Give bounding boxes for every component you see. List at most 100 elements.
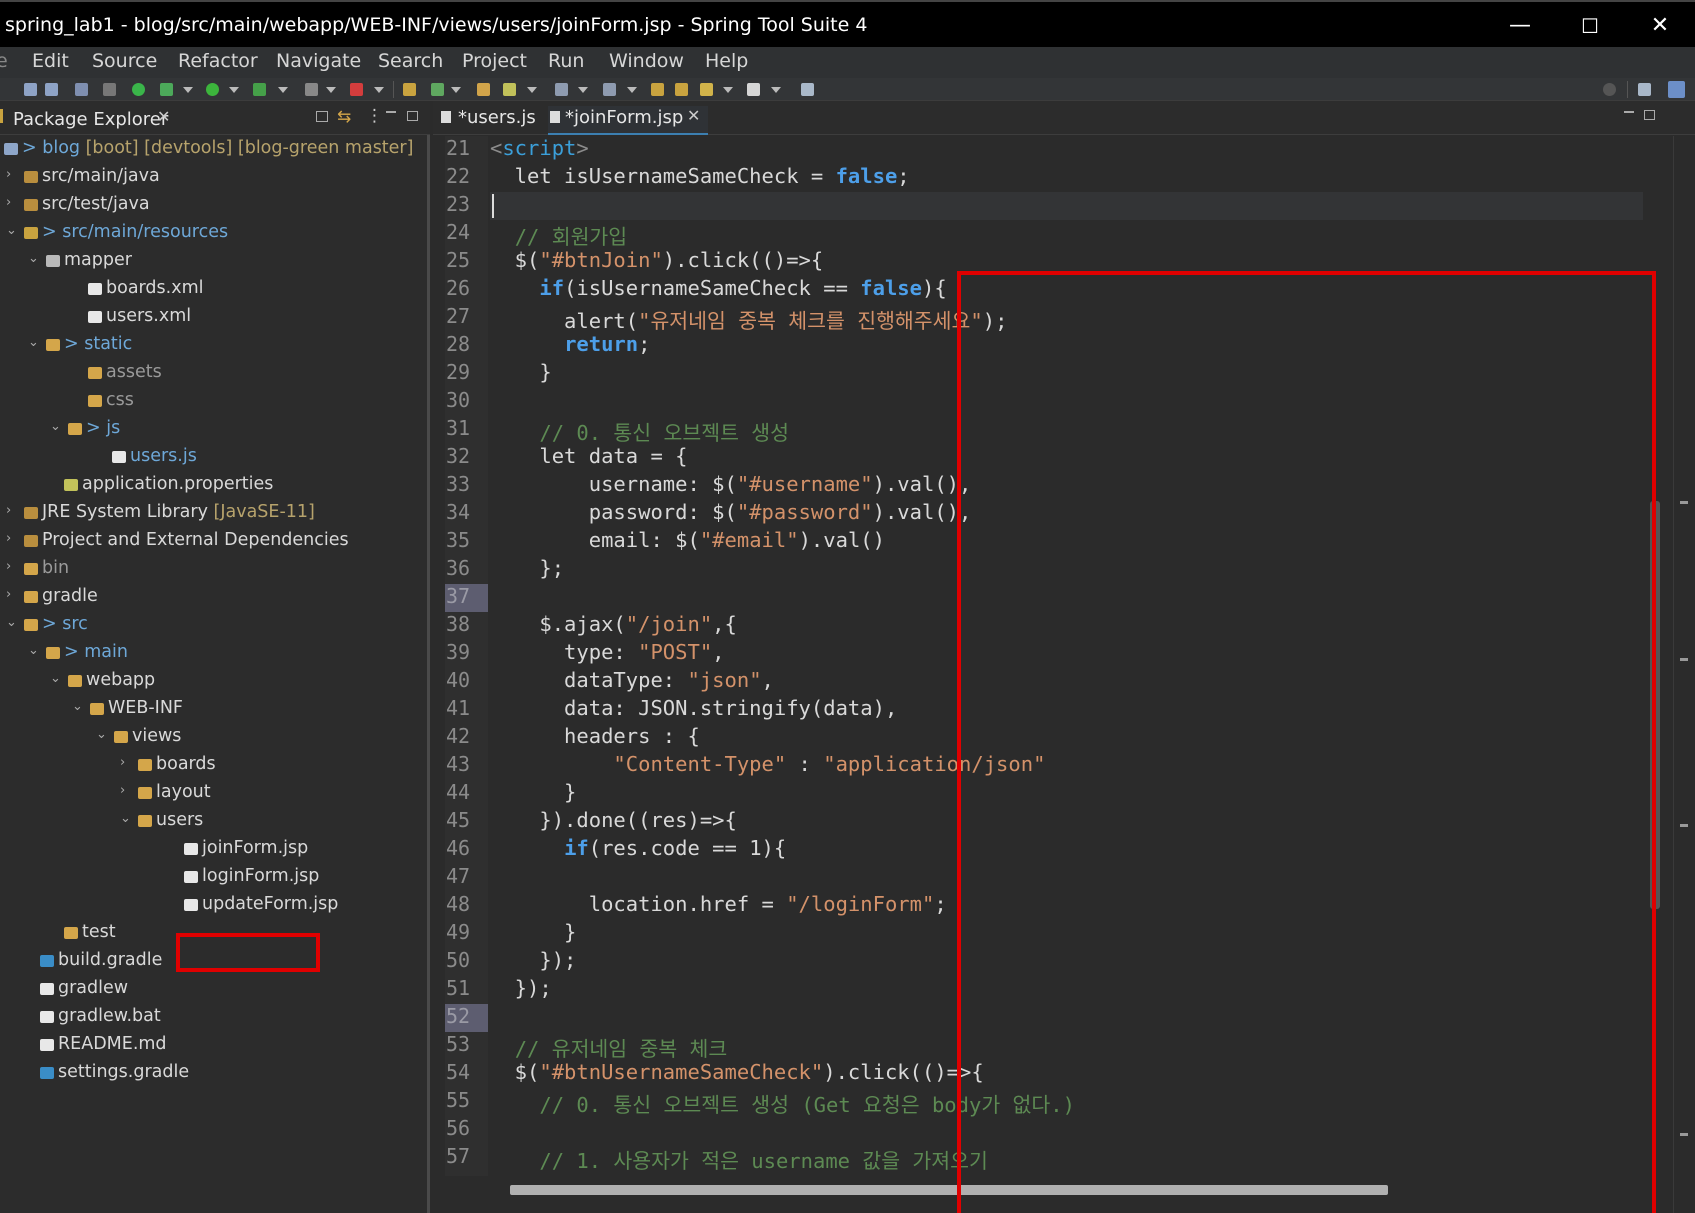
chevron-down-icon[interactable]: ⌄	[50, 671, 61, 686]
chevron-right-icon[interactable]: ›	[6, 587, 11, 602]
open-type-icon[interactable]	[477, 83, 490, 96]
chevron-down-icon[interactable]	[578, 87, 588, 93]
menu-overflow[interactable]: e	[0, 50, 8, 72]
tree-item[interactable]: README.md	[0, 1031, 427, 1059]
link-with-editor-icon[interactable]: ⇆	[337, 107, 351, 127]
boot-dashboard-icon[interactable]	[132, 83, 145, 96]
chevron-down-icon[interactable]: ⌄	[6, 223, 17, 238]
debug-icon[interactable]	[160, 83, 173, 96]
terminal-icon[interactable]	[75, 83, 88, 96]
save-icon[interactable]	[24, 83, 37, 96]
chevron-down-icon[interactable]	[229, 87, 239, 93]
tree-item[interactable]: › JRE System Library [JavaSE-11]	[0, 499, 427, 527]
next-annotation-icon[interactable]	[603, 83, 616, 96]
chevron-down-icon[interactable]	[183, 87, 193, 93]
tree-item[interactable]: › boards	[0, 751, 427, 779]
chevron-down-icon[interactable]: ⌄	[120, 811, 131, 826]
code-line[interactable]: let isUsernameSameCheck = false;	[490, 164, 1660, 192]
chevron-right-icon[interactable]: ›	[6, 167, 11, 182]
annotation-icon[interactable]	[555, 83, 568, 96]
close-icon[interactable]: ✕	[687, 106, 700, 125]
chevron-right-icon[interactable]: ›	[6, 503, 11, 518]
menu-refactor[interactable]: Refactor	[178, 50, 258, 72]
chevron-right-icon[interactable]: ›	[120, 755, 125, 770]
maximize-editor-icon[interactable]	[1644, 110, 1655, 120]
menu-run[interactable]: Run	[548, 50, 584, 72]
tree-item[interactable]: application.properties	[0, 471, 427, 499]
tree-item[interactable]: gradlew	[0, 975, 427, 1003]
skip-breakpoints-icon[interactable]	[103, 83, 116, 96]
tree-item[interactable]: ⌄> blog [boot] [devtools] [blog-green ma…	[0, 135, 427, 163]
chevron-right-icon[interactable]: ›	[6, 559, 11, 574]
tree-item[interactable]: users.xml	[0, 303, 427, 331]
menu-edit[interactable]: Edit	[32, 50, 69, 72]
code-line[interactable]	[490, 192, 1660, 220]
tree-item[interactable]: › src/main/java	[0, 163, 427, 191]
chevron-down-icon[interactable]: ⌄	[28, 251, 39, 266]
search-icon[interactable]	[1603, 83, 1616, 96]
tree-item[interactable]: gradlew.bat	[0, 1003, 427, 1031]
tree-item[interactable]: ⌄ views	[0, 723, 427, 751]
chevron-right-icon[interactable]: ›	[120, 783, 125, 798]
new-class-icon[interactable]	[431, 83, 444, 96]
forward-edit-icon[interactable]	[675, 83, 688, 96]
chevron-down-icon[interactable]	[723, 87, 733, 93]
chevron-right-icon[interactable]: ›	[6, 531, 11, 546]
tree-item[interactable]: assets	[0, 359, 427, 387]
collapse-all-icon[interactable]	[316, 111, 328, 122]
maximize-view-icon[interactable]	[407, 111, 418, 121]
back-icon[interactable]	[700, 83, 713, 96]
chevron-down-icon[interactable]	[627, 87, 637, 93]
chevron-down-icon[interactable]: ⌄	[6, 615, 17, 630]
chevron-down-icon[interactable]: ⌄	[72, 699, 83, 714]
code-line[interactable]: // 회원가입	[490, 220, 1660, 249]
ruler-marker[interactable]	[1680, 1133, 1688, 1136]
stop-icon[interactable]	[305, 83, 318, 96]
chevron-down-icon[interactable]	[326, 87, 336, 93]
chevron-right-icon[interactable]: ›	[6, 195, 11, 210]
chevron-down-icon[interactable]: ⌄	[28, 643, 39, 658]
ruler-marker[interactable]	[1680, 501, 1688, 504]
tree-item[interactable]: loginForm.jsp	[0, 863, 427, 891]
open-perspective-icon[interactable]	[1638, 83, 1651, 96]
package-explorer-tab[interactable]: Package Explorer ✕ ⇆ ⋮	[0, 101, 430, 135]
tab-joinform-jsp[interactable]: *joinForm.jsp ✕	[548, 106, 708, 135]
menu-help[interactable]: Help	[705, 50, 748, 72]
tree-item[interactable]: ⌄ > js	[0, 415, 427, 443]
close-button[interactable]: ✕	[1625, 2, 1695, 49]
close-icon[interactable]: ✕	[157, 107, 170, 126]
tree-item[interactable]: ⌄ mapper	[0, 247, 427, 275]
minimize-view-icon[interactable]	[386, 111, 396, 113]
chevron-down-icon[interactable]: ⌄	[96, 727, 107, 742]
chevron-down-icon[interactable]: ⌄	[50, 419, 61, 434]
tree-item[interactable]: › gradle	[0, 583, 427, 611]
ruler-marker[interactable]	[1680, 824, 1688, 827]
forward-icon[interactable]	[747, 83, 760, 96]
minimize-editor-icon[interactable]	[1624, 111, 1634, 113]
menu-source[interactable]: Source	[92, 50, 157, 72]
tab-users-js[interactable]: *users.js	[439, 106, 539, 135]
search-tool-icon[interactable]	[503, 83, 516, 96]
tree-item[interactable]: › src/test/java	[0, 191, 427, 219]
tree-item[interactable]: ⌄ > src/main/resources	[0, 219, 427, 247]
new-project-icon[interactable]	[403, 83, 416, 96]
menu-project[interactable]: Project	[462, 50, 527, 72]
tree-item[interactable]: settings.gradle	[0, 1059, 427, 1087]
open-console-icon[interactable]	[801, 83, 814, 96]
tree-item[interactable]: ⌄ > main	[0, 639, 427, 667]
chevron-down-icon[interactable]	[771, 87, 781, 93]
ruler-marker[interactable]	[1680, 658, 1688, 661]
java-perspective-icon[interactable]	[1668, 81, 1685, 98]
maximize-button[interactable]: ☐	[1555, 2, 1625, 49]
tree-item[interactable]: joinForm.jsp	[0, 835, 427, 863]
run-config-icon[interactable]	[253, 83, 266, 96]
tree-item[interactable]: ⌄ WEB-INF	[0, 695, 427, 723]
tree-item[interactable]: css	[0, 387, 427, 415]
chevron-down-icon[interactable]	[278, 87, 288, 93]
chevron-down-icon[interactable]	[374, 87, 384, 93]
tree-item[interactable]: ⌄ users	[0, 807, 427, 835]
chevron-down-icon[interactable]	[527, 87, 537, 93]
tree-item[interactable]: ⌄ > src	[0, 611, 427, 639]
chevron-down-icon[interactable]	[451, 87, 461, 93]
tree-item[interactable]: ⌄ webapp	[0, 667, 427, 695]
